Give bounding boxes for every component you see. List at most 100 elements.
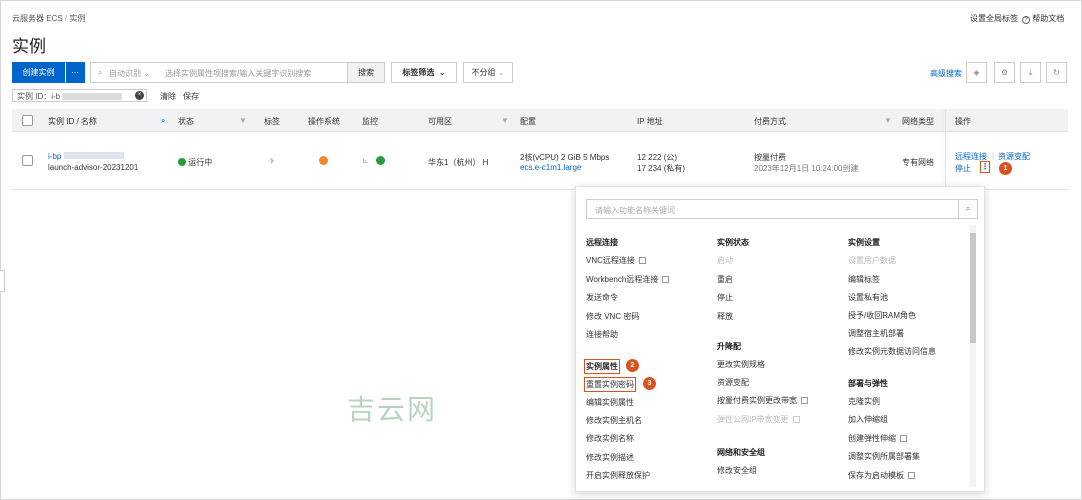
search-icon[interactable]: ⌕: [958, 200, 977, 218]
layers-button[interactable]: ◈: [966, 62, 987, 83]
menu-create-scaling[interactable]: 创建弹性伸缩: [848, 433, 907, 444]
menu-reset-password[interactable]: 重置实例密码: [584, 377, 636, 392]
menu-metadata[interactable]: 修改实例元数据访问信息: [848, 346, 936, 357]
public-ip: 12 222 (公): [637, 153, 678, 162]
clear-filter-link[interactable]: 清除: [160, 91, 176, 102]
menu-vnc-password[interactable]: 修改 VNC 密码: [586, 311, 639, 322]
advanced-search-link[interactable]: 高级搜索: [930, 68, 962, 79]
menu-change-type[interactable]: 更改实例规格: [717, 359, 765, 370]
chart-icon[interactable]: ⊾: [362, 156, 369, 165]
external-link-icon: [662, 276, 670, 283]
save-filter-link[interactable]: 保存: [183, 91, 199, 102]
menu-host-deploy[interactable]: 调整宿主机部署: [848, 328, 904, 339]
menu-send-command[interactable]: 发送命令: [586, 292, 618, 303]
instance-type-link[interactable]: ecs.e-c1m1.large: [520, 163, 581, 172]
menu-release-protection[interactable]: 开启实例释放保护: [586, 470, 650, 481]
row-checkbox[interactable]: [22, 155, 33, 166]
header-actions: 操作: [955, 117, 971, 126]
header-config: 配置: [520, 117, 536, 126]
menu-security-group[interactable]: 修改安全组: [717, 465, 757, 476]
popup-scrollbar[interactable]: [970, 225, 976, 487]
header-network: 网络类型: [902, 117, 934, 126]
menu-release[interactable]: 释放: [717, 311, 733, 322]
breadcrumb-ecs[interactable]: 云服务器 ECS: [12, 14, 63, 23]
menu-edit-properties[interactable]: 编辑实例属性: [586, 397, 634, 408]
menu-edit-tags[interactable]: 编辑标签: [848, 274, 880, 285]
select-all-checkbox[interactable]: [22, 115, 33, 126]
menu-workbench[interactable]: Workbench远程连接: [586, 274, 670, 285]
download-icon: ⤓: [1028, 67, 1033, 77]
external-link-icon: [900, 435, 907, 442]
menu-eip-bandwidth[interactable]: 弹性公网IP带宽变更: [717, 414, 800, 425]
function-search-input[interactable]: 请输入功能名称关键词 ⌕: [586, 199, 978, 219]
search-input[interactable]: ⌕ 自动识别 ⌄ 选择实例属性项搜索/输入关键字识别搜索: [90, 62, 348, 83]
menu-description[interactable]: 修改实例描述: [586, 452, 634, 463]
instance-name: launch-advisor-20231201: [48, 163, 139, 172]
menu-private-pool[interactable]: 设置私有池: [848, 292, 888, 303]
menu-start[interactable]: 启动: [717, 255, 733, 266]
header-tags: 标签: [264, 117, 280, 126]
layers-icon: ◈: [973, 68, 980, 77]
breadcrumb-sep: /: [64, 14, 68, 23]
search-placeholder: 选择实例属性项搜索/输入关键字识别搜索: [165, 69, 312, 78]
section-deploy-scaling: 部署与弹性: [848, 379, 888, 388]
tag-filter-button[interactable]: 标签筛选 ⌄: [391, 62, 457, 83]
group-select[interactable]: 不分组 ⌄: [463, 62, 513, 83]
menu-user-data[interactable]: 设置用户数据: [848, 255, 896, 266]
menu-restart[interactable]: 重启: [717, 274, 733, 285]
private-ip: 17 234 (私有): [637, 164, 686, 173]
menu-deployment-set[interactable]: 调整实例所属部署集: [848, 451, 920, 462]
status-badge: 运行中: [178, 157, 212, 168]
config-spec: 2核(vCPU) 2 GiB 5 Mbps: [520, 153, 610, 162]
page-title: 实例: [12, 37, 46, 56]
download-button[interactable]: ⤓: [1020, 62, 1041, 83]
resource-change-link[interactable]: 资源变配: [998, 151, 1030, 162]
create-instance-button[interactable]: 创建实例: [12, 62, 65, 83]
search-button[interactable]: 搜索: [347, 62, 385, 83]
external-link-icon: [801, 397, 808, 404]
menu-hostname[interactable]: 修改实例主机名: [586, 415, 642, 426]
gear-icon: ⚙: [1000, 68, 1009, 77]
header-status: 状态: [178, 117, 194, 126]
settings-button[interactable]: ⚙: [994, 62, 1015, 83]
refresh-button[interactable]: ↻: [1046, 62, 1067, 83]
filter-chip-label: 实例 ID：i-b: [17, 92, 61, 101]
shield-check-icon: [376, 156, 385, 165]
menu-instance-properties[interactable]: 实例属性: [584, 359, 620, 374]
help-link[interactable]: ? 帮助文档: [1022, 13, 1064, 24]
menu-connect-help[interactable]: 连接帮助: [586, 329, 618, 340]
search-icon[interactable]: ⌕: [161, 116, 165, 126]
instance-id-link[interactable]: i-bp: [48, 152, 125, 161]
header-ip: IP 地址: [637, 117, 663, 126]
more-actions-button[interactable]: ⋮: [980, 161, 990, 173]
menu-stop[interactable]: 停止: [717, 292, 733, 303]
global-tags-link[interactable]: 设置全局标签: [970, 13, 1018, 24]
step-badge-1: 1: [999, 162, 1012, 175]
menu-rename[interactable]: 修改实例名称: [586, 433, 634, 444]
menu-save-template[interactable]: 保存为启动模板: [848, 470, 915, 481]
help-label: 帮助文档: [1032, 14, 1065, 23]
search-mode-select[interactable]: 自动识别 ⌄: [109, 68, 150, 79]
menu-clone[interactable]: 克隆实例: [848, 396, 880, 407]
menu-join-scaling[interactable]: 加入伸缩组: [848, 414, 888, 425]
side-collapse-handle[interactable]: [0, 270, 5, 292]
menu-resource-change[interactable]: 资源变配: [717, 377, 749, 388]
menu-vnc[interactable]: VNC远程连接: [586, 255, 646, 266]
section-instance-status: 实例状态: [717, 238, 749, 247]
filter-icon[interactable]: ▼: [884, 116, 892, 125]
section-upgrade: 升降配: [717, 342, 741, 351]
filter-icon[interactable]: ▼: [239, 116, 247, 125]
stop-link[interactable]: 停止: [955, 163, 971, 174]
step-badge-2: 2: [626, 359, 639, 372]
external-link-icon: [908, 472, 915, 479]
filter-icon[interactable]: ▼: [501, 116, 509, 125]
header-monitor: 监控: [362, 117, 378, 126]
header-billing: 付费方式: [754, 117, 786, 126]
menu-ram-role[interactable]: 授予/收回RAM角色: [848, 310, 916, 321]
tag-icon[interactable]: ⬗: [268, 156, 274, 165]
more-create-button[interactable]: ···: [65, 62, 85, 83]
header-instance-id: 实例 ID / 名称: [48, 117, 97, 126]
divider: |: [992, 151, 995, 160]
remove-filter-icon[interactable]: ×: [135, 91, 144, 100]
menu-change-bandwidth[interactable]: 按量付费实例更改带宽: [717, 395, 808, 406]
